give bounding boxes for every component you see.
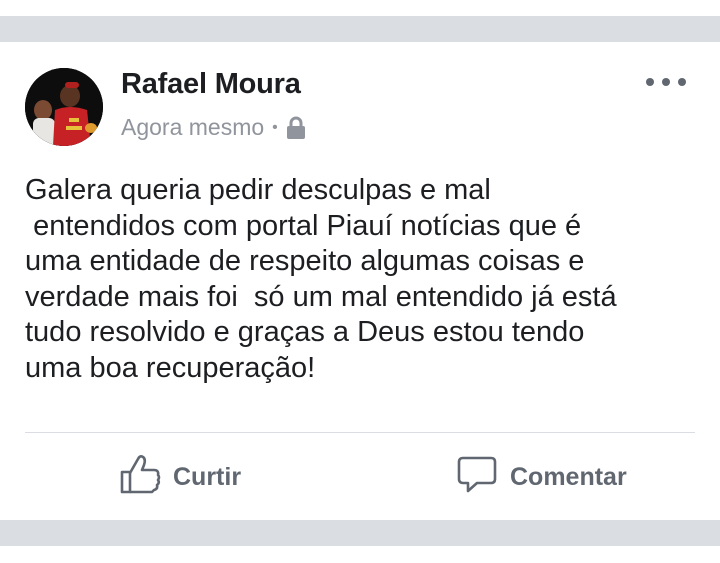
more-dot [662,78,670,86]
like-label: Curtir [173,462,242,491]
lock-icon [286,116,306,140]
more-dot [646,78,654,86]
action-divider [25,432,695,433]
comment-bubble-icon [456,453,510,502]
post-meta: Agora mesmo • [121,114,306,141]
timestamp[interactable]: Agora mesmo [121,114,264,141]
post-card: Rafael Moura Agora mesmo • Galera queria… [0,42,720,520]
more-dot [678,78,686,86]
comment-button[interactable]: Comentar [456,455,627,499]
avatar[interactable] [25,68,103,146]
feed-separator-top [0,16,720,42]
more-options-icon[interactable] [646,72,686,92]
bottom-background [0,546,720,563]
feed-separator-bottom [0,520,720,546]
post-text: Galera queria pedir desculpas e mal ente… [25,174,617,384]
meta-separator: • [272,118,278,136]
author-name[interactable]: Rafael Moura [121,68,301,101]
top-background [0,0,720,16]
thumbs-up-icon [119,453,173,502]
comment-label: Comentar [510,462,627,491]
like-button[interactable]: Curtir [119,453,242,502]
